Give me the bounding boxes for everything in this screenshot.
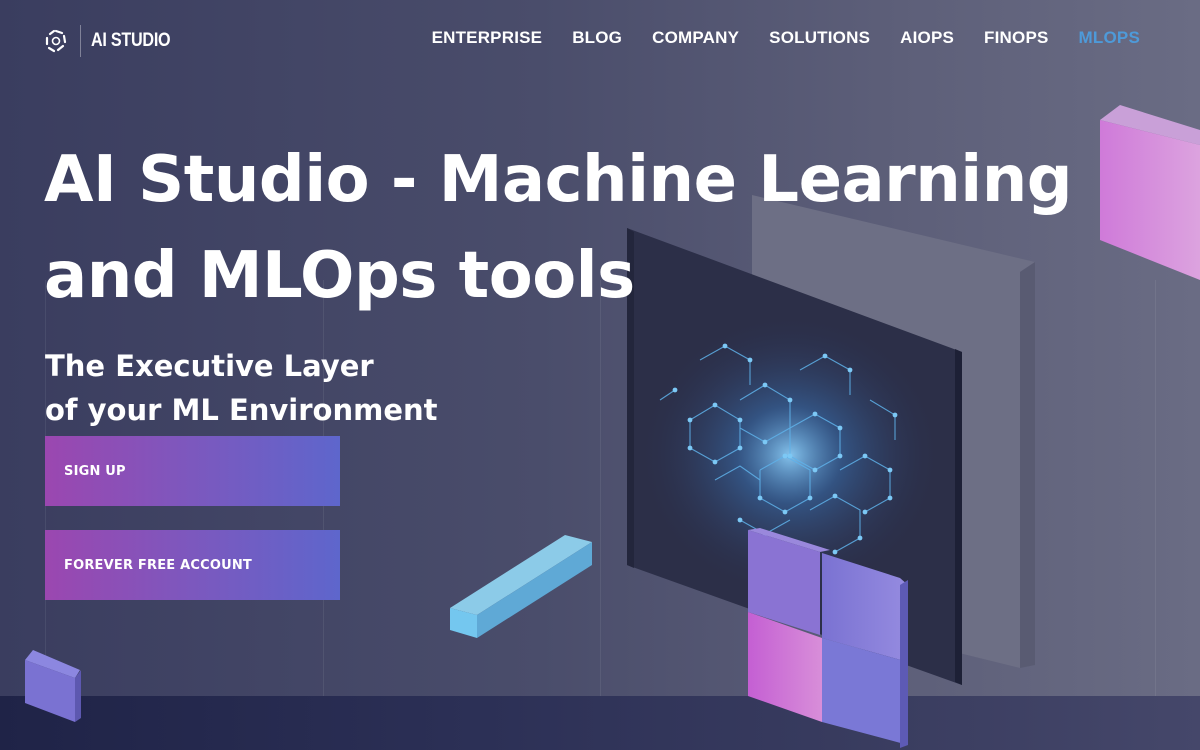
sign-up-label: SIGN UP (64, 463, 126, 479)
hero-title-line-2: and MLOps tools (44, 239, 635, 313)
small-violet-block (25, 650, 81, 722)
nav-enterprise[interactable]: ENTERPRISE (432, 28, 543, 48)
brand-logo[interactable]: AI STUDIO (44, 25, 184, 57)
nav-aiops[interactable]: AIOPS (900, 28, 954, 48)
main-nav: ENTERPRISE BLOG COMPANY SOLUTIONS AIOPS … (432, 28, 1140, 48)
nav-solutions[interactable]: SOLUTIONS (769, 28, 870, 48)
sign-up-button[interactable]: SIGN UP (45, 436, 340, 506)
hero-title: AI Studio - Machine Learning and MLOps t… (44, 132, 1094, 324)
nav-mlops[interactable]: MLOPS (1079, 28, 1140, 48)
site-header: AI STUDIO ENTERPRISE BLOG COMPANY SOLUTI… (0, 0, 1200, 80)
hero-title-line-1: AI Studio - Machine Learning (44, 143, 1073, 217)
nav-finops[interactable]: FINOPS (984, 28, 1049, 48)
forever-free-account-label: FOREVER FREE ACCOUNT (64, 557, 252, 573)
hero-subtitle-line-1: The Executive Layer (45, 349, 374, 383)
nav-blog[interactable]: BLOG (572, 28, 622, 48)
pink-block-top-right (1100, 105, 1200, 280)
nav-company[interactable]: COMPANY (652, 28, 739, 48)
hero-subtitle-line-2: of your ML Environment (45, 393, 438, 427)
logo-divider (80, 25, 81, 57)
cyan-bar (450, 535, 592, 638)
forever-free-account-button[interactable]: FOREVER FREE ACCOUNT (45, 530, 340, 600)
hexagon-swirl-logo-icon (45, 29, 67, 53)
brand-name: AI STUDIO (91, 30, 171, 51)
hero-subtitle: The Executive Layer of your ML Environme… (45, 344, 438, 432)
